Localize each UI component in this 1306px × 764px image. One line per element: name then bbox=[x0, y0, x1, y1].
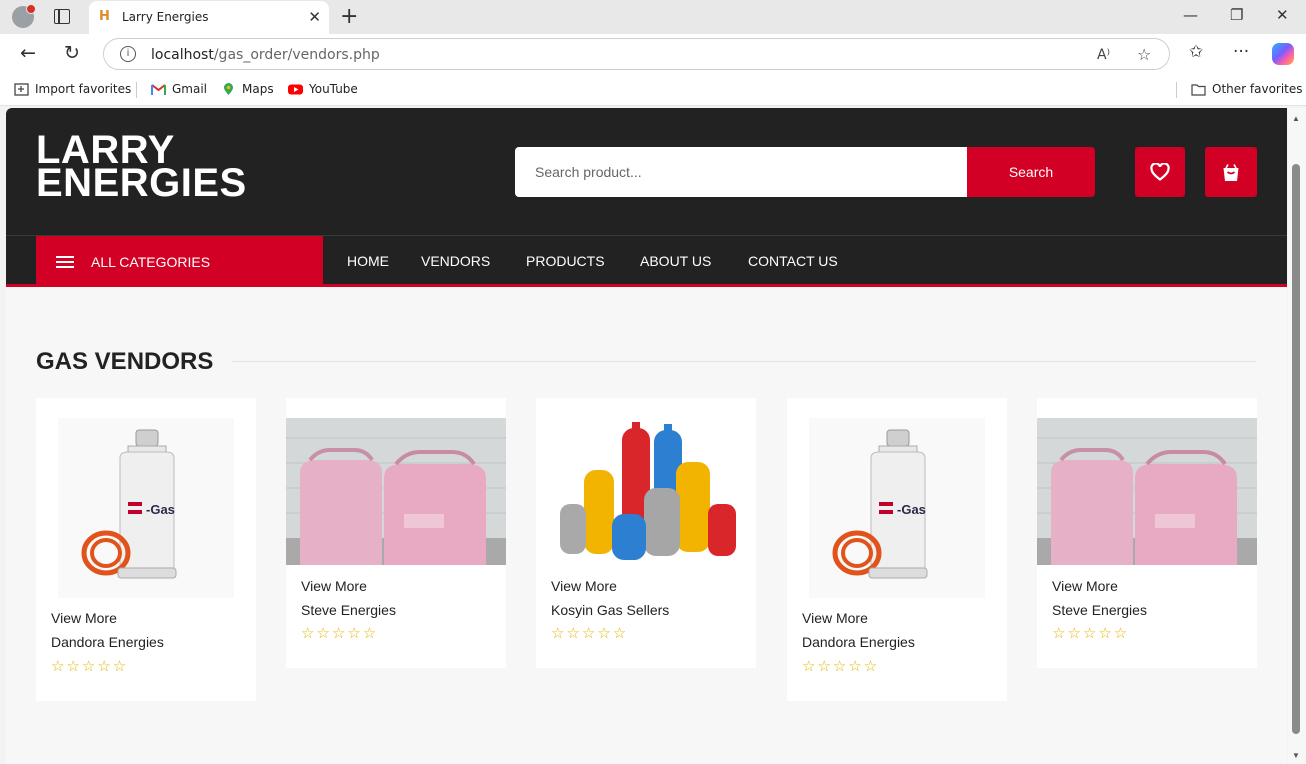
section-divider bbox=[232, 361, 1256, 362]
vendor-card[interactable]: View More Kosyin Gas Sellers ☆☆☆☆☆ bbox=[536, 398, 756, 668]
read-aloud-icon[interactable]: A⁾ bbox=[1097, 47, 1110, 63]
restore-icon[interactable]: ❐ bbox=[1230, 6, 1243, 24]
favorite-star-icon[interactable]: ☆ bbox=[1137, 45, 1151, 64]
scroll-up-icon[interactable]: ▲ bbox=[1292, 114, 1300, 123]
scroll-thumb[interactable] bbox=[1292, 164, 1300, 734]
scroll-down-icon[interactable]: ▼ bbox=[1292, 751, 1300, 760]
tab-actions-icon[interactable] bbox=[54, 9, 70, 24]
vendor-image-white-lpg-cylinder: -Gas bbox=[809, 418, 985, 598]
maps-link[interactable]: Maps bbox=[221, 82, 274, 96]
nav-home[interactable]: HOME bbox=[347, 253, 389, 269]
svg-text:-Gas: -Gas bbox=[146, 502, 175, 517]
vendor-name: Steve Energies bbox=[1052, 602, 1147, 618]
vendor-image-white-lpg-cylinder: -Gas bbox=[58, 418, 234, 598]
vendor-card[interactable]: View More Steve Energies ☆☆☆☆☆ bbox=[286, 398, 506, 668]
vendor-name: Dandora Energies bbox=[51, 634, 164, 650]
vendor-name: Steve Energies bbox=[301, 602, 396, 618]
heart-icon bbox=[1150, 163, 1170, 181]
gmail-link[interactable]: Gmail bbox=[151, 82, 207, 96]
new-tab-icon[interactable]: + bbox=[340, 4, 358, 29]
svg-text:-Gas: -Gas bbox=[897, 502, 926, 517]
search-button[interactable]: Search bbox=[967, 147, 1095, 197]
vendor-card[interactable]: -Gas View More Dandora Energies ☆☆☆☆☆ bbox=[36, 398, 256, 701]
view-more-link[interactable]: View More bbox=[1052, 578, 1118, 594]
rating-stars: ☆☆☆☆☆ bbox=[551, 624, 629, 642]
back-icon[interactable]: ← bbox=[20, 42, 36, 64]
rating-stars: ☆☆☆☆☆ bbox=[1052, 624, 1130, 642]
cart-button[interactable] bbox=[1205, 147, 1257, 197]
page-viewport: LARRY ENERGIES Search ALL CATEGORIES HOM… bbox=[6, 108, 1287, 764]
divider bbox=[136, 82, 137, 98]
view-more-link[interactable]: View More bbox=[551, 578, 617, 594]
wishlist-button[interactable] bbox=[1135, 147, 1185, 197]
tab-title: Larry Energies bbox=[122, 10, 209, 24]
favorites-icon[interactable]: ✩ bbox=[1189, 42, 1203, 62]
nav-vendors[interactable]: VENDORS bbox=[421, 253, 490, 269]
view-more-link[interactable]: View More bbox=[51, 610, 117, 626]
minimize-icon[interactable]: — bbox=[1183, 6, 1198, 24]
more-menu-icon[interactable]: ··· bbox=[1233, 42, 1249, 62]
vendor-image-assorted-gas-cylinders bbox=[536, 418, 756, 565]
copilot-icon[interactable] bbox=[1272, 43, 1294, 65]
close-window-icon[interactable]: ✕ bbox=[1276, 6, 1289, 24]
view-more-link[interactable]: View More bbox=[802, 610, 868, 626]
site-favicon-icon: H bbox=[99, 9, 110, 24]
folder-icon bbox=[1191, 83, 1206, 96]
vendor-card[interactable]: View More Steve Energies ☆☆☆☆☆ bbox=[1037, 398, 1257, 668]
browser-tab-active[interactable]: H Larry Energies ✕ bbox=[89, 1, 329, 34]
section-title: GAS VENDORS bbox=[36, 348, 214, 375]
address-bar[interactable]: i localhost/gas_order/vendors.php A⁾ ☆ bbox=[103, 38, 1170, 70]
favorites-bar: Import favorites Gmail Maps YouTube Othe… bbox=[0, 74, 1306, 106]
nav-contact-us[interactable]: CONTACT US bbox=[748, 253, 838, 269]
vendor-image-pink-gas-cylinders bbox=[1037, 418, 1257, 565]
page-scrollbar[interactable]: ▲ ▼ bbox=[1288, 108, 1306, 764]
youtube-link[interactable]: YouTube bbox=[288, 82, 358, 96]
youtube-icon bbox=[288, 84, 303, 94]
import-icon bbox=[14, 82, 29, 96]
search-form: Search bbox=[515, 147, 1095, 197]
import-favorites-link[interactable]: Import favorites bbox=[14, 82, 131, 96]
main-navigation: ALL CATEGORIES HOME VENDORS PRODUCTS ABO… bbox=[6, 236, 1287, 287]
nav-about-us[interactable]: ABOUT US bbox=[640, 253, 711, 269]
all-categories-label: ALL CATEGORIES bbox=[91, 253, 211, 270]
all-categories-button[interactable]: ALL CATEGORIES bbox=[36, 236, 323, 287]
profile-avatar[interactable] bbox=[12, 4, 36, 28]
search-input[interactable] bbox=[515, 147, 967, 197]
nav-products[interactable]: PRODUCTS bbox=[526, 253, 605, 269]
menu-icon bbox=[56, 255, 74, 268]
rating-stars: ☆☆☆☆☆ bbox=[51, 657, 129, 675]
vendor-name: Kosyin Gas Sellers bbox=[551, 602, 670, 618]
browser-tabstrip: H Larry Energies ✕ + — ❐ ✕ bbox=[0, 0, 1306, 34]
rating-stars: ☆☆☆☆☆ bbox=[802, 657, 880, 675]
tab-close-icon[interactable]: ✕ bbox=[308, 8, 321, 26]
vendor-name: Dandora Energies bbox=[802, 634, 915, 650]
site-info-icon[interactable]: i bbox=[120, 46, 136, 62]
gmail-icon bbox=[151, 83, 166, 95]
site-header: LARRY ENERGIES Search bbox=[6, 108, 1287, 235]
view-more-link[interactable]: View More bbox=[301, 578, 367, 594]
reload-icon[interactable]: ↻ bbox=[64, 42, 80, 64]
divider bbox=[1176, 82, 1177, 98]
site-logo[interactable]: LARRY ENERGIES bbox=[36, 130, 247, 203]
browser-toolbar: ← ↻ i localhost/gas_order/vendors.php A⁾… bbox=[0, 34, 1306, 74]
vendor-card[interactable]: -Gas View More Dandora Energies ☆☆☆☆☆ bbox=[787, 398, 1007, 701]
url-text: localhost/gas_order/vendors.php bbox=[151, 47, 380, 63]
other-favorites-link[interactable]: Other favorites bbox=[1191, 82, 1303, 96]
maps-pin-icon bbox=[224, 82, 233, 95]
shopping-bag-icon bbox=[1223, 163, 1239, 181]
vendor-image-pink-gas-cylinders bbox=[286, 418, 506, 565]
rating-stars: ☆☆☆☆☆ bbox=[301, 624, 379, 642]
